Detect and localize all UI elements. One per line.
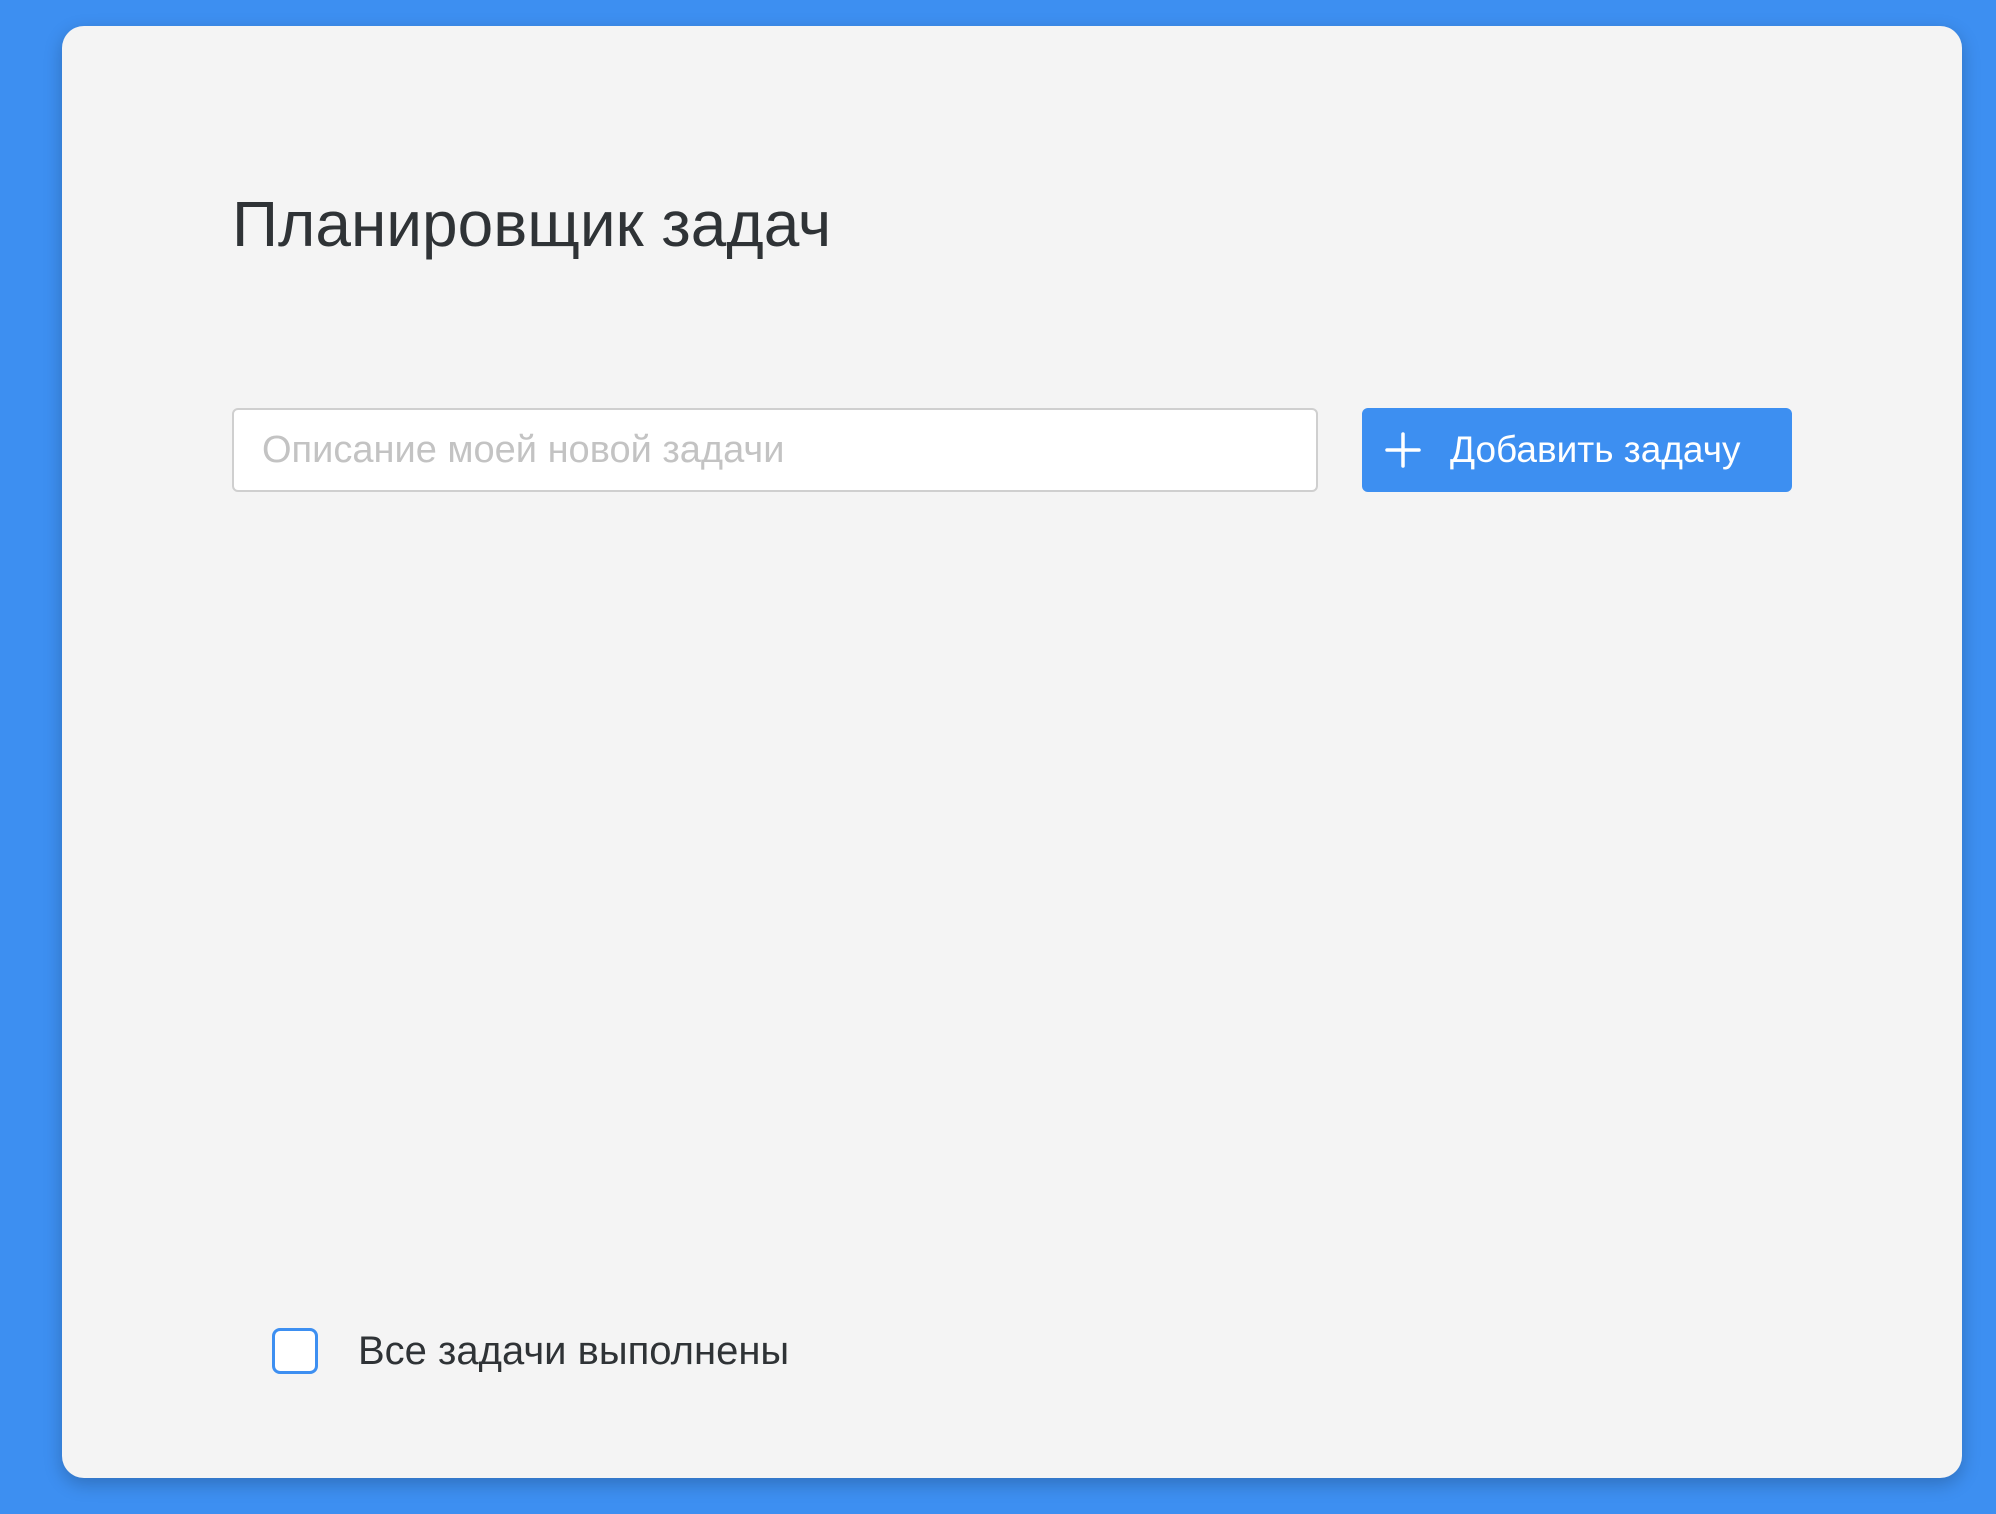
- task-planner-card: Планировщик задач Добавить задачу Все за…: [62, 26, 1962, 1478]
- all-done-checkbox[interactable]: [272, 1328, 318, 1374]
- plus-icon: [1384, 431, 1422, 469]
- page-title: Планировщик задач: [232, 188, 832, 260]
- add-task-button-label: Добавить задачу: [1450, 429, 1741, 470]
- all-done-toggle[interactable]: Все задачи выполнены: [272, 1328, 789, 1374]
- add-task-button[interactable]: Добавить задачу: [1362, 408, 1792, 492]
- all-done-label: Все задачи выполнены: [358, 1328, 790, 1373]
- new-task-input[interactable]: [232, 408, 1318, 492]
